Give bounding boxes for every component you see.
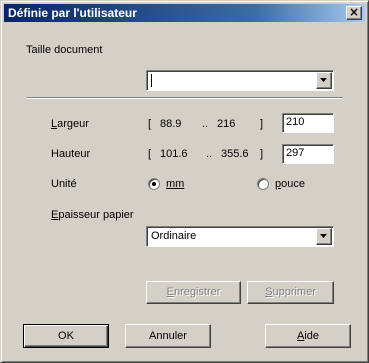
unit-mm-radio[interactable] bbox=[148, 178, 160, 190]
help-button-label: Aide bbox=[296, 330, 320, 342]
height-min: 101.6 bbox=[160, 148, 188, 160]
width-range-open: [ bbox=[148, 118, 152, 130]
document-size-dropdown[interactable] bbox=[146, 70, 334, 91]
ok-button-label: OK bbox=[58, 330, 74, 342]
unit-label: Unité bbox=[51, 178, 77, 190]
height-range-open: [ bbox=[148, 148, 152, 160]
radio-selected-dot bbox=[152, 182, 156, 186]
width-value: 210 bbox=[286, 116, 305, 128]
paper-thickness-dropdown-button[interactable] bbox=[316, 228, 332, 245]
delete-button-label: Supprimer bbox=[265, 286, 316, 298]
paper-thickness-value: Ordinaire bbox=[151, 230, 197, 242]
chevron-down-icon bbox=[320, 78, 327, 82]
unit-inch-radio[interactable] bbox=[257, 178, 269, 190]
ok-button[interactable]: OK bbox=[23, 324, 109, 348]
width-range-close: ] bbox=[260, 118, 264, 130]
chevron-down-icon bbox=[320, 234, 327, 238]
window-title: Définie par l'utilisateur bbox=[8, 6, 137, 20]
height-range-close: ] bbox=[260, 148, 264, 160]
width-label: Largeur bbox=[51, 118, 89, 130]
height-value: 297 bbox=[286, 147, 305, 159]
save-button-label: Enregistrer bbox=[166, 286, 221, 298]
close-button[interactable]: × bbox=[346, 6, 362, 20]
unit-mm-label[interactable]: mm bbox=[166, 178, 184, 190]
save-button[interactable]: Enregistrer bbox=[146, 281, 241, 304]
paper-thickness-label: Epaisseur papier bbox=[51, 209, 134, 221]
delete-button[interactable]: Supprimer bbox=[247, 281, 334, 304]
height-range-dots: .. bbox=[206, 148, 213, 160]
dialog-window: Définie par l'utilisateur × Taille docum… bbox=[0, 0, 369, 363]
width-min: 88.9 bbox=[160, 118, 182, 130]
width-max: 216 bbox=[217, 118, 236, 130]
help-button[interactable]: Aide bbox=[265, 324, 351, 348]
width-range-dots: .. bbox=[202, 118, 209, 130]
text-caret bbox=[151, 74, 152, 87]
close-icon: × bbox=[348, 5, 360, 19]
cancel-button[interactable]: Annuler bbox=[125, 324, 211, 348]
document-size-label: Taille document bbox=[26, 44, 103, 56]
cancel-button-label: Annuler bbox=[149, 330, 187, 342]
height-max: 355.6 bbox=[221, 148, 249, 160]
unit-inch-label[interactable]: pouce bbox=[275, 178, 305, 190]
paper-thickness-dropdown[interactable]: Ordinaire bbox=[146, 226, 334, 247]
document-size-dropdown-button[interactable] bbox=[316, 72, 332, 89]
separator bbox=[27, 97, 343, 99]
height-field[interactable]: 297 bbox=[282, 144, 334, 164]
title-bar: Définie par l'utilisateur × bbox=[4, 4, 365, 22]
width-field[interactable]: 210 bbox=[282, 113, 334, 133]
height-label: Hauteur bbox=[51, 148, 91, 160]
